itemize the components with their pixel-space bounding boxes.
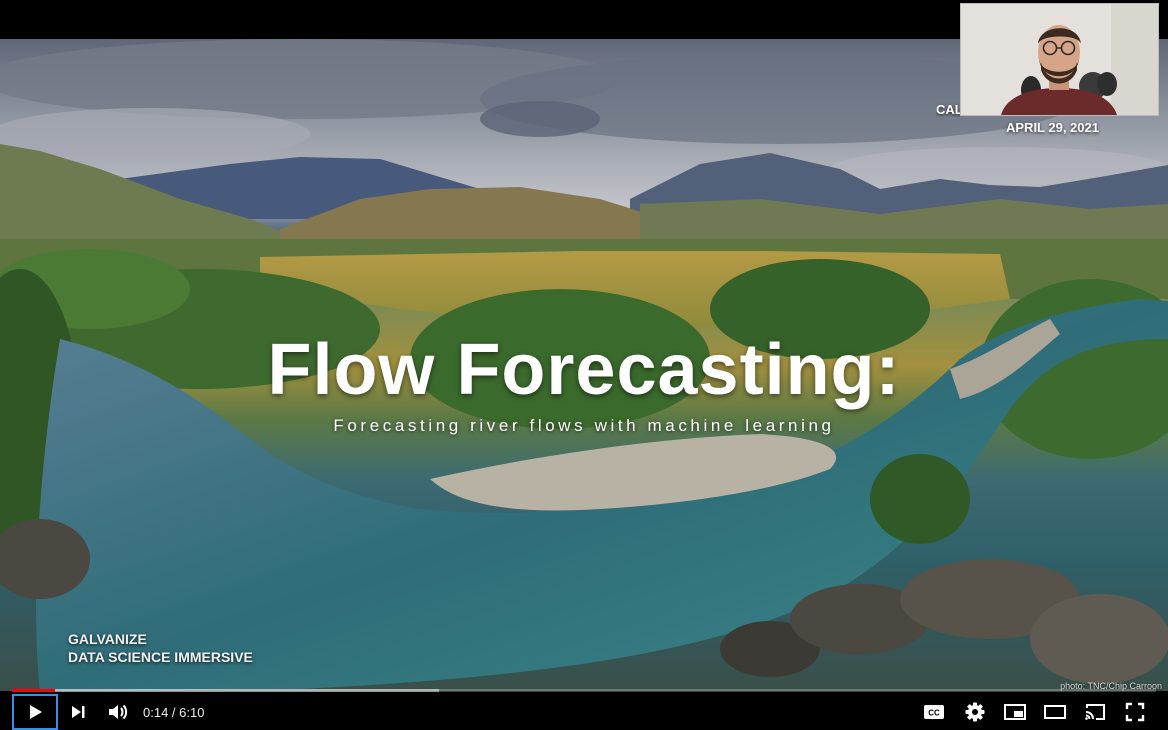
play-button[interactable] (21, 698, 49, 726)
miniplayer-button[interactable] (1001, 698, 1029, 726)
time-display: 0:14 / 6:10 (143, 705, 205, 720)
presenter-webcam (960, 3, 1159, 116)
organization-label: GALVANIZE DATA SCIENCE IMMERSIVE (68, 630, 253, 666)
org-line-1: GALVANIZE (68, 631, 147, 647)
cast-icon (1084, 703, 1106, 721)
presentation-date: APRIL 29, 2021 (1006, 120, 1099, 135)
settings-button[interactable] (961, 698, 989, 726)
partial-header-label: CALE (936, 102, 962, 117)
player-controls: 0:14 / 6:10 CC (0, 694, 1168, 730)
next-icon (68, 702, 88, 722)
progress-played (12, 689, 56, 692)
captions-icon: CC (923, 703, 945, 721)
progress-bar[interactable] (12, 689, 1156, 692)
volume-button[interactable] (104, 698, 132, 726)
fullscreen-button[interactable] (1121, 698, 1149, 726)
video-frame[interactable]: CALE APRIL 29, 2021 Flow Forecasting: Fo… (0, 39, 1168, 691)
captions-button[interactable]: CC (920, 698, 948, 726)
miniplayer-icon (1004, 703, 1026, 721)
play-icon (25, 702, 45, 722)
settings-icon (965, 702, 985, 722)
cast-button[interactable] (1081, 698, 1109, 726)
svg-text:CC: CC (928, 709, 940, 718)
volume-icon (107, 702, 129, 722)
progress-buffered (12, 689, 439, 692)
presenter-image (961, 4, 1158, 115)
slide-title: Flow Forecasting: (267, 330, 901, 410)
theater-icon (1044, 703, 1066, 721)
video-player[interactable]: CALE APRIL 29, 2021 Flow Forecasting: Fo… (0, 0, 1168, 730)
next-button[interactable] (64, 698, 92, 726)
theater-mode-button[interactable] (1041, 698, 1069, 726)
org-line-2: DATA SCIENCE IMMERSIVE (68, 649, 253, 665)
fullscreen-icon (1125, 702, 1145, 722)
slide-subtitle: Forecasting river flows with machine lea… (333, 416, 835, 435)
